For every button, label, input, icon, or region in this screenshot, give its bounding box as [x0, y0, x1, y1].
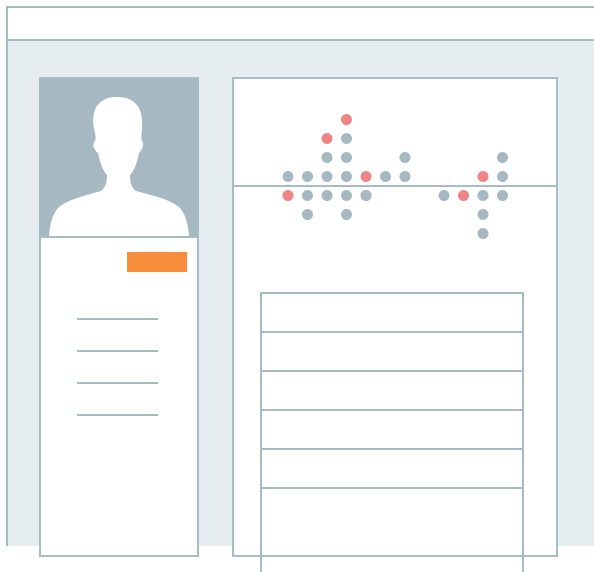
chart-dot — [341, 190, 352, 201]
dot-chart — [282, 114, 508, 239]
chart-dot — [341, 209, 352, 220]
person-silhouette-icon — [49, 97, 189, 236]
detail-line — [77, 382, 158, 384]
status-badge — [127, 252, 187, 272]
table-row-divider — [262, 448, 522, 450]
chart-dot — [341, 133, 352, 144]
chart-dot — [341, 171, 352, 182]
chart-dot — [477, 209, 489, 220]
chart-dot — [321, 190, 333, 201]
table-row-divider — [262, 331, 522, 333]
profile-card — [39, 77, 199, 557]
chart-dot — [477, 171, 489, 182]
data-table — [260, 292, 524, 572]
chart-dot — [399, 171, 411, 182]
chart-dot — [321, 133, 333, 144]
chart-dot — [477, 190, 489, 201]
chart-dot — [477, 228, 489, 239]
chart-dot — [497, 171, 508, 182]
table-row-divider — [262, 370, 522, 372]
chart-dot — [282, 190, 294, 201]
chart-dot — [341, 152, 352, 163]
chart-dot — [360, 190, 372, 201]
detail-line — [77, 350, 158, 352]
chart-dot — [302, 190, 313, 201]
detail-line — [77, 318, 158, 320]
main-panel — [232, 77, 558, 572]
chart-dot — [321, 171, 333, 182]
title-bar — [8, 8, 594, 41]
chart-dot — [282, 171, 294, 182]
table-row-divider — [262, 409, 522, 411]
chart-dot — [302, 209, 313, 220]
chart-dot — [321, 152, 333, 163]
chart-dot — [380, 171, 391, 182]
app-window — [6, 6, 594, 572]
avatar-divider — [41, 236, 197, 238]
table-row-divider — [262, 487, 522, 489]
chart-dot — [438, 190, 450, 201]
chart-dot — [399, 152, 411, 163]
chart-dot — [497, 152, 508, 163]
chart-axis — [234, 185, 556, 187]
avatar[interactable] — [41, 79, 197, 236]
chart-dot — [360, 171, 372, 182]
chart-dot — [341, 114, 352, 125]
detail-line — [77, 414, 158, 416]
chart-dot — [458, 190, 469, 201]
chart-dot — [302, 171, 313, 182]
chart-dot — [497, 190, 508, 201]
